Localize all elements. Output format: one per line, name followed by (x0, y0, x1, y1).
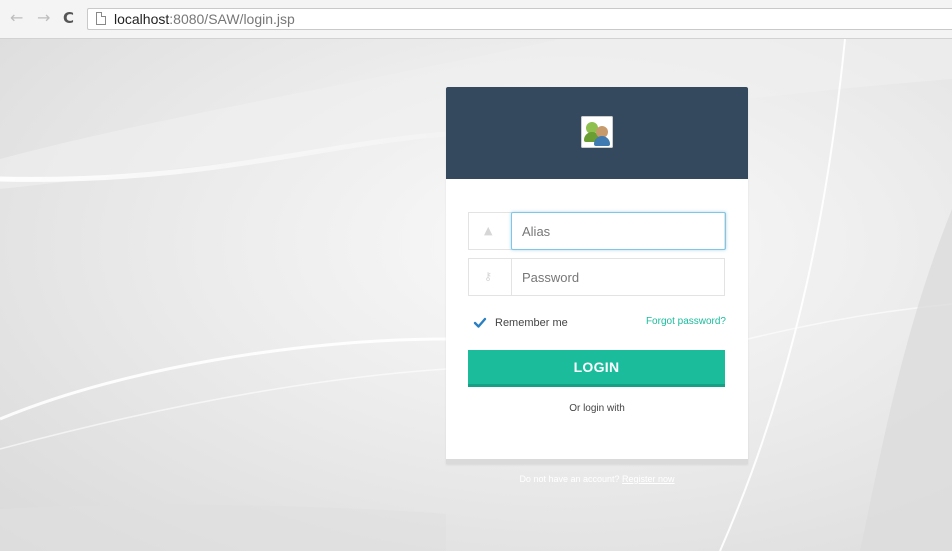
key-icon: ⚷ (484, 270, 493, 283)
password-field: ⚷ (468, 258, 725, 296)
alias-addon: ▲ (469, 213, 512, 249)
login-card: ▲ ⚷ Remember me Forgot password? LOGIN O… (446, 87, 748, 464)
or-login-with: Or login with (569, 403, 625, 414)
browser-toolbar: ← → C localhost:8080/SAW/login.jsp (0, 0, 952, 39)
alias-input[interactable] (512, 213, 724, 249)
users-logo-icon (581, 116, 613, 148)
password-input[interactable] (512, 259, 724, 295)
page-background: ▲ ⚷ Remember me Forgot password? LOGIN O… (0, 39, 952, 551)
forward-arrow-icon[interactable]: → (37, 9, 50, 27)
user-icon: ▲ (484, 224, 493, 237)
reload-icon[interactable]: C (63, 9, 74, 27)
back-arrow-icon[interactable]: ← (10, 9, 23, 27)
remember-me[interactable]: Remember me (473, 316, 568, 330)
alias-field: ▲ (468, 212, 726, 250)
register-prompt: Do not have an account? Register now (446, 474, 748, 484)
address-bar[interactable]: localhost:8080/SAW/login.jsp (87, 8, 952, 30)
checkmark-icon (473, 317, 487, 328)
url-host: localhost (114, 11, 170, 27)
forgot-password-link[interactable]: Forgot password? (646, 316, 726, 327)
remember-checkbox[interactable] (473, 316, 487, 330)
login-header (446, 87, 748, 179)
password-addon: ⚷ (469, 259, 512, 295)
url-path: :8080/SAW/login.jsp (169, 11, 295, 27)
register-text: Do not have an account? (519, 474, 620, 484)
login-button[interactable]: LOGIN (468, 350, 725, 387)
page-icon (96, 12, 106, 25)
url-text[interactable]: localhost:8080/SAW/login.jsp (114, 11, 295, 28)
card-footer-bar (446, 459, 748, 464)
register-now-link[interactable]: Register now (622, 474, 675, 484)
remember-label: Remember me (495, 317, 568, 329)
